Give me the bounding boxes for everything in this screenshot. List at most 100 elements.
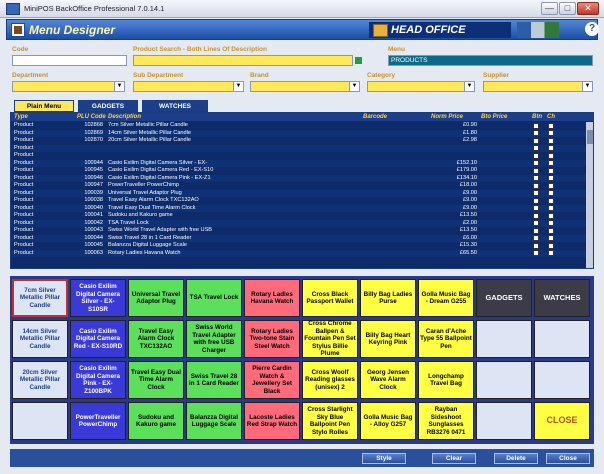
ch-checkbox[interactable] — [548, 175, 554, 181]
minimize-button[interactable]: — — [541, 2, 558, 15]
product-button[interactable] — [476, 320, 532, 358]
product-button[interactable]: Universal Travel Adaptor Plug — [128, 279, 184, 317]
product-button[interactable] — [534, 361, 590, 399]
scroll-thumb[interactable] — [587, 130, 593, 144]
table-row[interactable]: Product 100040 Travel Easy Dual Time Alarm… — [11, 204, 593, 212]
product-button[interactable]: Swiss World Travel Adapter with free USB… — [186, 320, 242, 358]
tab-plain-menu[interactable]: Plain Menu — [14, 100, 74, 112]
ch-checkbox[interactable] — [548, 235, 554, 241]
btn-checkbox[interactable] — [533, 122, 539, 129]
table-row[interactable]: Product 100043 Swiss World Travel Adapter … — [11, 227, 593, 234]
btn-checkbox[interactable] — [533, 205, 539, 211]
maximize-button[interactable]: □ — [559, 2, 576, 15]
search-input[interactable] — [133, 55, 353, 66]
ch-checkbox[interactable] — [548, 190, 554, 196]
ch-checkbox[interactable] — [548, 137, 554, 144]
product-button[interactable] — [476, 361, 532, 399]
table-row[interactable]: Product 102869 14cm Silver Metallic Pillar… — [11, 129, 593, 137]
table-row[interactable]: Product 102868 7cm Silver Metallic Pillar … — [11, 122, 593, 129]
btn-checkbox[interactable] — [533, 145, 539, 151]
close-button[interactable]: Close — [546, 453, 590, 464]
product-button[interactable]: 14cm Silver Metallic Pillar Candle — [12, 320, 68, 358]
btn-checkbox[interactable] — [533, 242, 539, 249]
department-dropdown[interactable]: ▼ — [12, 81, 125, 92]
product-button[interactable] — [476, 402, 532, 440]
product-button[interactable] — [12, 402, 68, 440]
table-row[interactable]: Product 102870 20cm Silver Metallic Pillar… — [11, 137, 593, 144]
btn-checkbox[interactable] — [533, 182, 539, 189]
ch-checkbox[interactable] — [548, 160, 554, 166]
gadgets-button[interactable]: GADGETS — [476, 279, 532, 317]
product-button[interactable]: Swiss Travel 28 in 1 Card Reader — [186, 361, 242, 399]
product-button[interactable]: Rayban Sideshoot Sunglasses RB3276 0471 — [418, 402, 474, 440]
ch-checkbox[interactable] — [548, 130, 554, 136]
btn-checkbox[interactable] — [533, 130, 539, 136]
ch-checkbox[interactable] — [548, 220, 554, 226]
table-row[interactable]: Product 100039 Universal Travel Adaptor Pl… — [11, 189, 593, 197]
supplier-dropdown[interactable]: ▼ — [483, 81, 593, 92]
product-button[interactable]: 20cm Silver Metallic Pillar Candle — [12, 361, 68, 399]
table-row[interactable]: Product 100041 Sudoku and Kakuro game £13.5… — [11, 212, 593, 219]
ch-checkbox[interactable] — [548, 197, 554, 204]
help-icon[interactable]: ? — [585, 22, 599, 36]
tab-gadgets[interactable]: GADGETS — [78, 100, 138, 112]
product-button[interactable]: Golla Music Bag - Dream G255 — [418, 279, 474, 317]
ch-checkbox[interactable] — [548, 167, 554, 174]
close-menu-button[interactable]: CLOSE — [534, 402, 590, 440]
table-row[interactable]: Product 100038 Travel Easy Alarm Clock TXC… — [11, 197, 593, 204]
product-button[interactable]: Rotary Ladies Two-tone Stain Steel Watch — [244, 320, 300, 358]
product-button[interactable]: Billy Bag Heart Keyring Pink — [360, 320, 416, 358]
btn-checkbox[interactable] — [533, 175, 539, 181]
table-row[interactable]: Product 100947 PowerTraveller PowerChimp £1… — [11, 182, 593, 189]
btn-checkbox[interactable] — [533, 235, 539, 241]
btn-checkbox[interactable] — [533, 220, 539, 226]
product-button[interactable]: Casio Exilim Digital Camera Red - EX-S10… — [70, 320, 126, 358]
ch-checkbox[interactable] — [548, 205, 554, 211]
product-button[interactable]: Casio Exilim Digital Camera Pink - EX-Z1… — [70, 361, 126, 399]
ch-checkbox[interactable] — [548, 152, 554, 159]
btn-checkbox[interactable] — [533, 197, 539, 204]
product-button[interactable]: TSA Travel Lock — [186, 279, 242, 317]
btn-checkbox[interactable] — [533, 227, 539, 234]
delete-button[interactable]: Delete — [494, 453, 538, 464]
table-row[interactable]: Product 100042 TSA Travel Lock £2.00 — [11, 219, 593, 227]
ch-checkbox[interactable] — [548, 182, 554, 189]
product-button[interactable]: PowerTraveller PowerChimp — [70, 402, 126, 440]
table-row[interactable]: Product 100063 Rotary Ladies Havana Watch £… — [11, 249, 593, 257]
style-button[interactable]: Style — [362, 453, 406, 464]
close-window-button[interactable]: ✕ — [577, 2, 599, 15]
tab-watches[interactable]: WATCHES — [142, 100, 208, 112]
product-button[interactable]: Balanzza Digital Luggage Scale — [186, 402, 242, 440]
product-button[interactable]: Billy Bag Ladies Purse — [360, 279, 416, 317]
table-row[interactable]: Product 100045 Balanzza Digital Luggage Sc… — [11, 242, 593, 249]
product-button[interactable]: Rotary Ladies Havana Watch — [244, 279, 300, 317]
grid-scrollbar[interactable] — [586, 122, 593, 268]
ch-checkbox[interactable] — [548, 227, 554, 234]
table-row[interactable]: Product 100946 Casio Exilim Digital Camera… — [11, 174, 593, 182]
watches-button[interactable]: WATCHES — [534, 279, 590, 317]
menu-field[interactable]: PRODUCTS — [388, 55, 593, 66]
product-button[interactable]: Cross Woolf Reading glasses (unisex) 2 — [302, 361, 358, 399]
brand-dropdown[interactable]: ▼ — [250, 81, 360, 92]
table-row[interactable]: Product 100945 Casio Exilim Digital Camera… — [11, 167, 593, 174]
product-button[interactable]: Cross Chrome Ballpen & Fountain Pen Set … — [302, 320, 358, 358]
product-button[interactable]: Cross Black Passport Wallet — [302, 279, 358, 317]
product-button[interactable]: Cross Starlight Sky Blue Ballpoint Pen S… — [302, 402, 358, 440]
product-button[interactable]: 7cm Silver Metallic Pillar Candle — [12, 279, 68, 317]
product-button[interactable]: Casio Exilim Digital Camera Silver - EX-… — [70, 279, 126, 317]
ch-checkbox[interactable] — [548, 122, 554, 129]
product-button[interactable] — [534, 320, 590, 358]
table-row[interactable]: Product — [11, 144, 593, 152]
product-button[interactable]: Lacoste Ladies Red Strap Watch — [244, 402, 300, 440]
product-button[interactable]: Sudoku and Kakuro game — [128, 402, 184, 440]
btn-checkbox[interactable] — [533, 152, 539, 159]
btn-checkbox[interactable] — [533, 250, 539, 256]
btn-checkbox[interactable] — [533, 137, 539, 144]
product-button[interactable]: Golla Music Bag - Alloy G257 — [360, 402, 416, 440]
table-row[interactable]: Product 100944 Casio Exilim Digital Camera… — [11, 159, 593, 167]
product-button[interactable]: Pierre Cardin Watch & Jewellery Set Blac… — [244, 361, 300, 399]
ch-checkbox[interactable] — [548, 212, 554, 219]
btn-checkbox[interactable] — [533, 167, 539, 174]
btn-checkbox[interactable] — [533, 160, 539, 166]
btn-checkbox[interactable] — [533, 190, 539, 196]
